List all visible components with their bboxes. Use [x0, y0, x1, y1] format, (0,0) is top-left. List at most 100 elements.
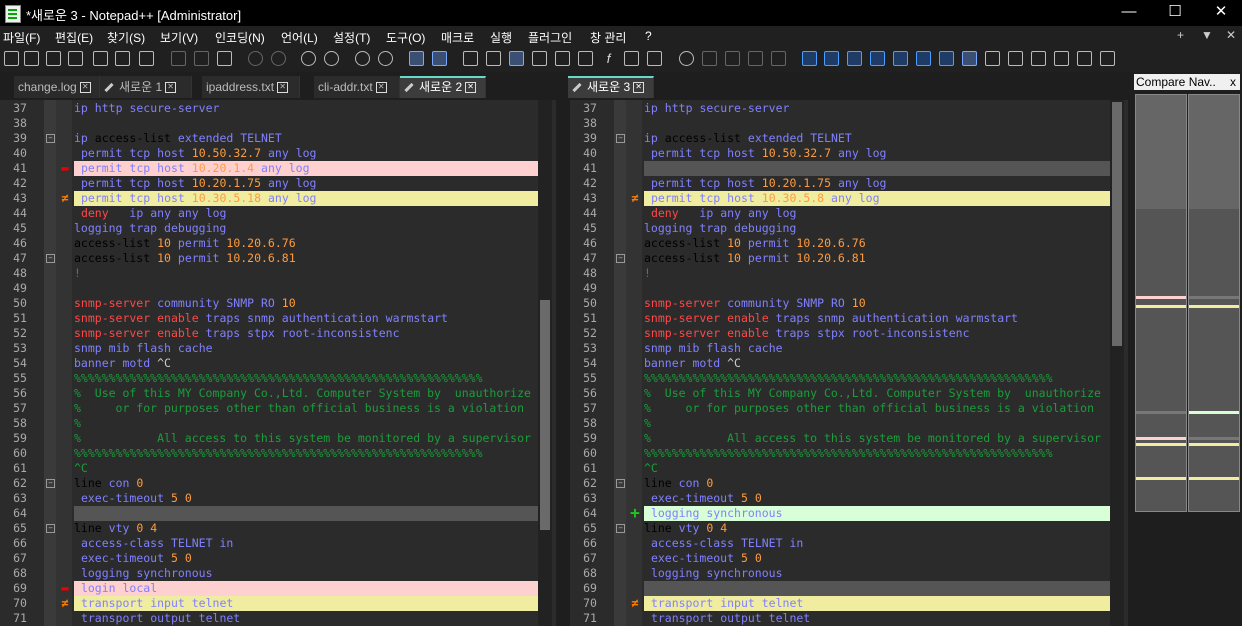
first-diff-icon[interactable]	[870, 51, 885, 66]
sync-horizontal-icon[interactable]	[432, 51, 447, 66]
code-line[interactable]: 51 snmp-server enable traps snmp authenti…	[570, 311, 1110, 326]
zoom-out-icon[interactable]	[378, 51, 393, 66]
menu-language[interactable]: 언어(L)	[281, 29, 318, 46]
menu-view[interactable]: 보기(V)	[160, 29, 198, 46]
code-line[interactable]: 70 ≠ transport input telnet	[570, 596, 1110, 611]
fold-toggle-icon[interactable]: −	[616, 524, 625, 533]
menu-file[interactable]: 파일(F)	[3, 29, 40, 46]
doc-map-icon[interactable]	[555, 51, 570, 66]
play-macro-icon[interactable]	[725, 51, 740, 66]
code-line[interactable]: 56 % Use of this MY Company Co.,Ltd. Comp…	[570, 386, 1110, 401]
tab-cli-addr[interactable]: cli-addr.txt ✕	[314, 76, 400, 98]
eye-icon[interactable]	[1100, 51, 1115, 66]
prev-diff-icon[interactable]	[893, 51, 908, 66]
save-icon[interactable]	[46, 51, 61, 66]
nav-viewport[interactable]	[1136, 95, 1186, 209]
code-line[interactable]: 68 logging synchronous	[0, 566, 538, 581]
code-line[interactable]: 57 % or for purposes other than official …	[570, 401, 1110, 416]
tab-new-3[interactable]: 새로운 3 ✕	[568, 76, 654, 98]
code-line[interactable]: 68 logging synchronous	[570, 566, 1110, 581]
diff-settings-icon[interactable]	[985, 51, 1000, 66]
record-macro-icon[interactable]	[679, 51, 694, 66]
left-scroll-thumb[interactable]	[540, 300, 550, 530]
code-line[interactable]: 41	[570, 161, 1110, 176]
code-line[interactable]: 58%	[570, 416, 1110, 431]
code-line[interactable]: 46 access-list 10 permit 10.20.6.76	[0, 236, 538, 251]
ignore-spaces-icon[interactable]	[1008, 51, 1023, 66]
redo-icon[interactable]	[271, 51, 286, 66]
menu-plugins[interactable]: 플러그인	[528, 29, 572, 46]
zoom-in-icon[interactable]	[355, 51, 370, 66]
fold-toggle-icon[interactable]: −	[616, 254, 625, 263]
show-all-chars-icon[interactable]	[486, 51, 501, 66]
tab-new-1[interactable]: 새로운 1 ✕	[100, 76, 192, 98]
code-line[interactable]: 44 deny ip any any log	[0, 206, 538, 221]
tab-close-icon[interactable]: ✕	[465, 82, 477, 94]
code-line[interactable]: 69	[570, 581, 1110, 596]
undo-icon[interactable]	[248, 51, 263, 66]
maximize-button[interactable]: ☐	[1152, 0, 1198, 26]
tab-ipaddress[interactable]: ipaddress.txt ✕	[202, 76, 300, 98]
menu-settings[interactable]: 설정(T)	[333, 29, 370, 46]
code-line[interactable]: 66 access-class TELNET in	[0, 536, 538, 551]
fold-toggle-icon[interactable]: −	[616, 479, 625, 488]
menu-macro[interactable]: 매크로	[441, 29, 474, 46]
code-line[interactable]: 40 permit tcp host 10.50.32.7 any log	[570, 146, 1110, 161]
code-line[interactable]: 70 ≠ transport input telnet	[0, 596, 538, 611]
code-line[interactable]: 40 permit tcp host 10.50.32.7 any log	[0, 146, 538, 161]
minimize-button[interactable]: —	[1106, 0, 1152, 26]
code-line[interactable]: 48!	[570, 266, 1110, 281]
code-line[interactable]: 66 access-class TELNET in	[570, 536, 1110, 551]
navigation-bar-icon[interactable]	[962, 51, 977, 66]
code-line[interactable]: 48!	[0, 266, 538, 281]
menu-window[interactable]: 창 관리	[590, 29, 626, 46]
code-line[interactable]: 61 ^C	[0, 461, 538, 476]
code-line[interactable]: 53 snmp mib flash cache	[0, 341, 538, 356]
code-line[interactable]: 61 ^C	[570, 461, 1110, 476]
code-line[interactable]: 60%%%%%%%%%%%%%%%%%%%%%%%%%%%%%%%%%%%%%%…	[570, 446, 1110, 461]
next-diff-icon[interactable]	[916, 51, 931, 66]
replace-icon[interactable]	[324, 51, 339, 66]
code-line[interactable]: 67 exec-timeout 5 0	[0, 551, 538, 566]
code-line[interactable]: 47 − access-list 10 permit 10.20.6.81	[0, 251, 538, 266]
code-line[interactable]: 58%	[0, 416, 538, 431]
panel-close-icon[interactable]: x	[1230, 74, 1236, 90]
compare-selections-icon[interactable]	[824, 51, 839, 66]
right-scrollbar[interactable]	[1110, 100, 1124, 626]
left-scrollbar[interactable]	[538, 100, 552, 626]
code-line[interactable]: 67 exec-timeout 5 0	[570, 551, 1110, 566]
code-line[interactable]: 51 snmp-server enable traps snmp authenti…	[0, 311, 538, 326]
menu-search[interactable]: 찾기(S)	[107, 29, 145, 46]
code-line[interactable]: 46 access-list 10 permit 10.20.6.76	[570, 236, 1110, 251]
code-line[interactable]: 50 snmp-server community SNMP RO 10	[0, 296, 538, 311]
tab-close-icon[interactable]: ✕	[633, 82, 645, 94]
tab-close-icon[interactable]: ✕	[165, 82, 177, 94]
code-line[interactable]: 64 + logging synchronous	[570, 505, 1110, 521]
code-line[interactable]: 43 ≠ permit tcp host 10.30.5.8 any log	[570, 191, 1110, 206]
paste-icon[interactable]	[217, 51, 232, 66]
word-wrap-icon[interactable]	[463, 51, 478, 66]
open-file-icon[interactable]	[24, 51, 39, 66]
save-all-icon[interactable]	[68, 51, 83, 66]
tab-close-icon[interactable]: ✕	[79, 82, 91, 94]
code-line[interactable]: 65 − line vty 0 4	[570, 521, 1110, 536]
code-line[interactable]: 71 transport output telnet	[570, 611, 1110, 626]
sync-vertical-icon[interactable]	[409, 51, 424, 66]
last-diff-icon[interactable]	[939, 51, 954, 66]
plugin-purple-icon[interactable]	[1077, 51, 1092, 66]
code-line[interactable]: 63 exec-timeout 5 0	[570, 491, 1110, 506]
code-line[interactable]: 59 % All access to this system be monitor…	[570, 431, 1110, 446]
code-line[interactable]: 38	[0, 116, 538, 131]
markdown-icon[interactable]	[1054, 51, 1069, 66]
code-line[interactable]: 38	[570, 116, 1110, 131]
monitoring-icon[interactable]	[647, 51, 662, 66]
nav-map-right[interactable]	[1188, 94, 1240, 512]
fold-toggle-icon[interactable]: −	[46, 479, 55, 488]
code-line[interactable]: 42 permit tcp host 10.20.1.75 any log	[570, 176, 1110, 191]
code-line[interactable]: 43 ≠ permit tcp host 10.30.5.18 any log	[0, 191, 538, 206]
left-editor[interactable]: 37 ip http secure-server 38 39 − ip access-li…	[0, 100, 556, 626]
code-line[interactable]: 49	[0, 281, 538, 296]
fold-toggle-icon[interactable]: −	[46, 254, 55, 263]
run-macro-multiple-icon[interactable]	[748, 51, 763, 66]
fold-toggle-icon[interactable]: −	[46, 134, 55, 143]
